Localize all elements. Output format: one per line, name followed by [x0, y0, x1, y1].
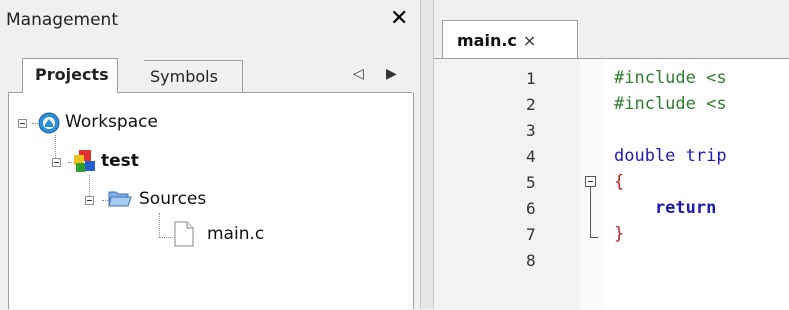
fold-guide-end: [590, 237, 598, 238]
close-tab-icon[interactable]: ×: [523, 31, 536, 50]
code-line-4: double trip: [614, 146, 727, 166]
expand-toggle-sources[interactable]: [85, 196, 94, 205]
code-line-1: #include <s: [614, 68, 727, 88]
code-line-6: return: [614, 198, 717, 218]
management-title: Management: [6, 10, 118, 30]
code-line-2: #include <s: [614, 94, 727, 114]
management-panel: Management ✕ Projects Symbols ◁ ▶ Worksp…: [0, 0, 420, 309]
tree-item-workspace[interactable]: Workspace: [65, 112, 158, 132]
code-line-7: }: [614, 224, 625, 244]
code-line-5: {: [614, 172, 625, 192]
project-icon: [74, 150, 95, 172]
close-icon[interactable]: ✕: [390, 6, 408, 31]
editor-tab-main-c[interactable]: main.c ×: [442, 20, 578, 58]
file-icon: [174, 221, 194, 247]
code-area[interactable]: 1 2 3 4 5 6 7 8 #include <s #include <s …: [434, 58, 789, 310]
line-number: 6: [526, 199, 536, 218]
fold-guide: [590, 187, 591, 237]
tab-projects[interactable]: Projects: [22, 58, 118, 93]
line-number: 8: [526, 251, 536, 270]
editor-tab-label: main.c: [457, 31, 517, 50]
management-tabs: Projects Symbols ◁ ▶: [8, 48, 412, 93]
line-number: 4: [526, 147, 536, 166]
tree-item-main-c[interactable]: main.c: [207, 224, 264, 244]
project-tree: Workspace test Sources main.c: [8, 93, 414, 309]
scroll-left-icon[interactable]: ◁: [353, 66, 364, 82]
workspace-icon: [38, 112, 60, 134]
line-number: 7: [526, 225, 536, 244]
fold-toggle-icon[interactable]: [585, 176, 596, 187]
line-number: 3: [526, 121, 536, 140]
line-number: 2: [526, 95, 536, 114]
tree-connector: [159, 237, 173, 238]
tree-item-test[interactable]: test: [101, 151, 139, 171]
tree-connector: [159, 213, 160, 237]
expand-toggle-test[interactable]: [52, 158, 61, 167]
tab-symbols[interactable]: Symbols: [144, 60, 243, 92]
tree-item-sources[interactable]: Sources: [139, 189, 206, 209]
expand-toggle-workspace[interactable]: [18, 119, 27, 128]
editor-pane: main.c × 1 2 3 4 5 6 7 8 #include <s #inc…: [434, 0, 789, 310]
scroll-right-icon[interactable]: ▶: [386, 66, 397, 82]
line-number: 5: [526, 173, 536, 192]
folder-open-icon: [108, 191, 132, 207]
panel-splitter[interactable]: [420, 0, 434, 309]
line-number: 1: [526, 69, 536, 88]
